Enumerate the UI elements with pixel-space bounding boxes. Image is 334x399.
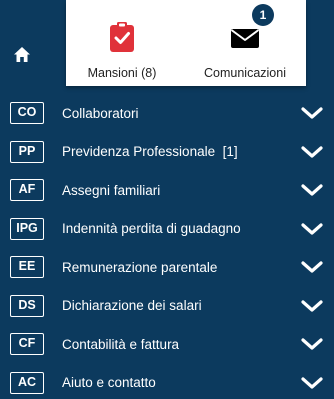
chevron-down-icon[interactable] [300, 105, 324, 121]
menu-item-code: CO [10, 102, 44, 125]
communications-button[interactable]: 1 Comunicazioni [184, 0, 306, 86]
chevron-down-icon[interactable] [300, 221, 324, 237]
menu-item-label: Collaboratori [62, 105, 139, 121]
menu-item-label: Assegni familiari [62, 182, 161, 198]
menu-item-label: Previdenza Professionale [1] [62, 144, 238, 160]
menu-item-code: DS [10, 294, 44, 317]
app-window: Mansioni (8) 1 Comunicazioni CO Collabor… [0, 0, 334, 399]
home-button[interactable] [10, 42, 34, 66]
envelope-icon: 1 [228, 4, 274, 54]
chevron-down-icon[interactable] [300, 182, 324, 198]
menu-item-label: Contabilità e fattura [62, 336, 180, 352]
main-menu: CO Collaboratori PP Previdenza Professio… [0, 94, 334, 399]
clipboard-check-icon [105, 20, 139, 54]
communications-count-badge: 1 [252, 4, 274, 26]
menu-item-code: PP [10, 140, 44, 163]
chevron-down-icon[interactable] [300, 259, 324, 275]
chevron-down-icon[interactable] [300, 336, 324, 352]
menu-item-code: AC [10, 371, 44, 394]
tasks-button[interactable]: Mansioni (8) [66, 0, 178, 86]
menu-item-code: EE [10, 256, 44, 279]
left-nav-strip [0, 0, 66, 100]
menu-item-previdenza-professionale[interactable]: PP Previdenza Professionale [1] [0, 133, 334, 172]
menu-item-dichiarazione-salari[interactable]: DS Dichiarazione dei salari [0, 287, 334, 326]
menu-item-label: Aiuto e contatto [62, 375, 156, 391]
chevron-down-icon[interactable] [300, 375, 324, 391]
chevron-down-icon[interactable] [300, 144, 324, 160]
menu-item-aiuto-contatto[interactable]: AC Aiuto e contatto [0, 364, 334, 399]
menu-item-assegni-familiari[interactable]: AF Assegni familiari [0, 171, 334, 210]
menu-item-code: CF [10, 333, 44, 356]
menu-item-remunerazione-parentale[interactable]: EE Remunerazione parentale [0, 248, 334, 287]
communications-label: Comunicazioni [204, 66, 286, 80]
menu-item-label: Indennità perdita di guadagno [62, 221, 241, 237]
menu-item-collaboratori[interactable]: CO Collaboratori [0, 94, 334, 133]
tasks-label: Mansioni (8) [87, 66, 157, 80]
menu-item-indennita-perdita-guadagno[interactable]: IPG Indennità perdita di guadagno [0, 210, 334, 249]
menu-item-label: Remunerazione parentale [62, 259, 218, 275]
menu-item-code: IPG [10, 217, 44, 240]
chevron-down-icon[interactable] [300, 298, 324, 314]
menu-item-contabilita-fattura[interactable]: CF Contabilità e fattura [0, 325, 334, 364]
home-icon [14, 46, 30, 62]
menu-item-label: Dichiarazione dei salari [62, 298, 202, 314]
notifications-popup: Mansioni (8) 1 Comunicazioni [66, 0, 306, 86]
menu-item-code: AF [10, 179, 44, 202]
